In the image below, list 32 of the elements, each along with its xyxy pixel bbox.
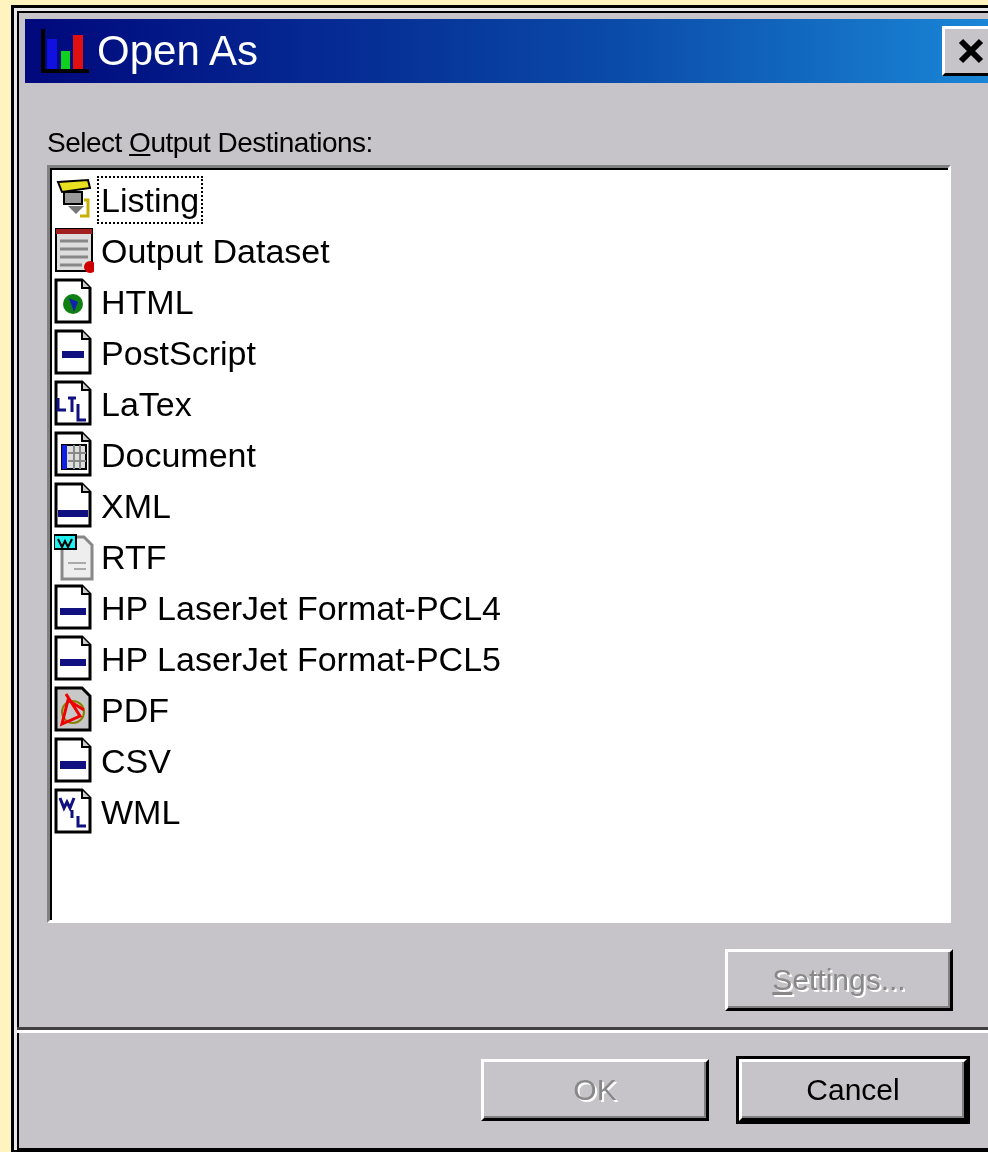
- file-format-icon: [54, 430, 94, 479]
- destination-list[interactable]: Listing Output Dataset HTML PostScript LaTex Document XML RTF HP LaserJet Format-PCL4 HP LaserJet Format-PCL5 PDF CSV WML: [47, 165, 951, 923]
- file-format-icon: [54, 481, 94, 530]
- close-icon: [956, 36, 986, 66]
- file-format-icon: [54, 787, 94, 836]
- list-item[interactable]: PostScript: [97, 328, 260, 377]
- list-item[interactable]: HP LaserJet Format-PCL4: [97, 583, 505, 632]
- bar-chart-icon: [41, 29, 89, 73]
- file-format-icon: [54, 277, 94, 326]
- file-format-icon: [54, 736, 94, 785]
- list-item[interactable]: WML: [97, 787, 185, 836]
- file-format-icon: [54, 328, 94, 377]
- file-format-icon: [54, 379, 94, 428]
- dialog-button[interactable]: Cancel: [739, 1059, 967, 1121]
- close-button[interactable]: [942, 26, 988, 76]
- list-item[interactable]: Document: [97, 430, 260, 479]
- list-label: Select Output Destinations:: [47, 127, 374, 159]
- file-format-icon: [54, 583, 94, 632]
- list-item[interactable]: Output Dataset: [97, 226, 334, 275]
- file-format-icon: [54, 685, 94, 734]
- list-item[interactable]: PDF: [97, 685, 173, 734]
- file-format-icon: [54, 634, 94, 683]
- list-item[interactable]: RTF: [97, 532, 171, 581]
- list-item[interactable]: HTML: [97, 277, 198, 326]
- list-item[interactable]: XML: [97, 481, 175, 530]
- list-item[interactable]: Listing: [97, 175, 204, 224]
- window-title: Open As: [97, 27, 259, 75]
- list-item[interactable]: CSV: [97, 736, 175, 785]
- list-item[interactable]: LaTex: [97, 379, 196, 428]
- file-format-icon: [54, 532, 94, 581]
- file-format-icon: [54, 226, 94, 275]
- list-item[interactable]: HP LaserJet Format-PCL5: [97, 634, 505, 683]
